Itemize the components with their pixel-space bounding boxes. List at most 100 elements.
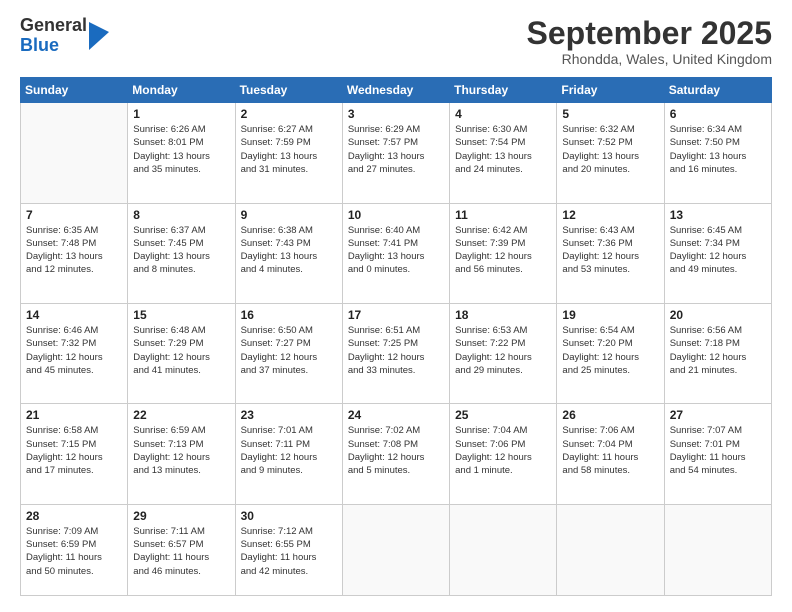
day-info: Sunrise: 6:26 AMSunset: 8:01 PMDaylight:… (133, 123, 229, 176)
table-row: 6 Sunrise: 6:34 AMSunset: 7:50 PMDaylight… (664, 103, 771, 203)
day-number: 7 (26, 208, 122, 222)
day-info: Sunrise: 7:01 AMSunset: 7:11 PMDaylight:… (241, 424, 337, 477)
logo: General Blue (20, 16, 109, 56)
header-monday: Monday (128, 78, 235, 103)
table-row: 15 Sunrise: 6:48 AMSunset: 7:29 PMDayligh… (128, 303, 235, 403)
table-row (557, 504, 664, 595)
table-row: 14Sunrise: 6:46 AMSunset: 7:32 PMDayligh… (21, 303, 128, 403)
day-number: 25 (455, 408, 551, 422)
day-info: Sunrise: 6:43 AMSunset: 7:36 PMDaylight:… (562, 224, 658, 277)
table-row: 24Sunrise: 7:02 AMSunset: 7:08 PMDayligh… (342, 404, 449, 504)
day-number: 2 (241, 107, 337, 121)
table-row: 22Sunrise: 6:59 AMSunset: 7:13 PMDayligh… (128, 404, 235, 504)
table-row: 23 Sunrise: 7:01 AMSunset: 7:11 PMDayligh… (235, 404, 342, 504)
table-row: 4 Sunrise: 6:30 AMSunset: 7:54 PMDaylight… (450, 103, 557, 203)
calendar-table: Sunday Monday Tuesday Wednesday Thursday… (20, 77, 772, 596)
day-info: Sunrise: 6:42 AMSunset: 7:39 PMDaylight:… (455, 224, 551, 277)
logo-general: General (20, 16, 87, 36)
day-info: Sunrise: 6:46 AMSunset: 7:32 PMDaylight:… (26, 324, 122, 377)
table-row: 10 Sunrise: 6:40 AMSunset: 7:41 PMDayligh… (342, 203, 449, 303)
day-number: 11 (455, 208, 551, 222)
day-info: Sunrise: 6:53 AMSunset: 7:22 PMDaylight:… (455, 324, 551, 377)
day-info: Sunrise: 6:58 AMSunset: 7:15 PMDaylight:… (26, 424, 122, 477)
day-info: Sunrise: 6:34 AMSunset: 7:50 PMDaylight:… (670, 123, 766, 176)
table-row: 5 Sunrise: 6:32 AMSunset: 7:52 PMDaylight… (557, 103, 664, 203)
day-number: 28 (26, 509, 122, 523)
logo-blue: Blue (20, 36, 87, 56)
header-sunday: Sunday (21, 78, 128, 103)
table-row (342, 504, 449, 595)
table-row: 28 Sunrise: 7:09 AMSunset: 6:59 PMDayligh… (21, 504, 128, 595)
day-number: 27 (670, 408, 766, 422)
day-info: Sunrise: 6:38 AMSunset: 7:43 PMDaylight:… (241, 224, 337, 277)
day-number: 1 (133, 107, 229, 121)
header: General Blue September 2025 Rhondda, Wal… (20, 16, 772, 67)
day-number: 5 (562, 107, 658, 121)
day-number: 23 (241, 408, 337, 422)
month-title: September 2025 (527, 16, 772, 51)
page: General Blue September 2025 Rhondda, Wal… (0, 0, 792, 612)
table-row: 17 Sunrise: 6:51 AMSunset: 7:25 PMDayligh… (342, 303, 449, 403)
day-info: Sunrise: 6:51 AMSunset: 7:25 PMDaylight:… (348, 324, 444, 377)
day-info: Sunrise: 6:30 AMSunset: 7:54 PMDaylight:… (455, 123, 551, 176)
table-row: 16 Sunrise: 6:50 AMSunset: 7:27 PMDayligh… (235, 303, 342, 403)
day-info: Sunrise: 6:29 AMSunset: 7:57 PMDaylight:… (348, 123, 444, 176)
day-info: Sunrise: 6:50 AMSunset: 7:27 PMDaylight:… (241, 324, 337, 377)
location: Rhondda, Wales, United Kingdom (527, 51, 772, 67)
table-row: 9 Sunrise: 6:38 AMSunset: 7:43 PMDaylight… (235, 203, 342, 303)
table-row: 11 Sunrise: 6:42 AMSunset: 7:39 PMDayligh… (450, 203, 557, 303)
table-row (21, 103, 128, 203)
table-row (664, 504, 771, 595)
day-number: 18 (455, 308, 551, 322)
day-number: 12 (562, 208, 658, 222)
day-info: Sunrise: 7:07 AMSunset: 7:01 PMDaylight:… (670, 424, 766, 477)
day-info: Sunrise: 6:54 AMSunset: 7:20 PMDaylight:… (562, 324, 658, 377)
day-info: Sunrise: 6:40 AMSunset: 7:41 PMDaylight:… (348, 224, 444, 277)
title-block: September 2025 Rhondda, Wales, United Ki… (527, 16, 772, 67)
day-info: Sunrise: 6:32 AMSunset: 7:52 PMDaylight:… (562, 123, 658, 176)
day-info: Sunrise: 7:06 AMSunset: 7:04 PMDaylight:… (562, 424, 658, 477)
day-number: 3 (348, 107, 444, 121)
day-number: 9 (241, 208, 337, 222)
header-thursday: Thursday (450, 78, 557, 103)
day-number: 22 (133, 408, 229, 422)
logo-text: General Blue (20, 16, 87, 56)
day-number: 19 (562, 308, 658, 322)
day-info: Sunrise: 6:35 AMSunset: 7:48 PMDaylight:… (26, 224, 122, 277)
table-row: 20Sunrise: 6:56 AMSunset: 7:18 PMDayligh… (664, 303, 771, 403)
day-number: 17 (348, 308, 444, 322)
day-number: 16 (241, 308, 337, 322)
day-info: Sunrise: 6:45 AMSunset: 7:34 PMDaylight:… (670, 224, 766, 277)
day-info: Sunrise: 7:12 AMSunset: 6:55 PMDaylight:… (241, 525, 337, 578)
day-number: 10 (348, 208, 444, 222)
table-row: 27 Sunrise: 7:07 AMSunset: 7:01 PMDayligh… (664, 404, 771, 504)
table-row: 29Sunrise: 7:11 AMSunset: 6:57 PMDayligh… (128, 504, 235, 595)
table-row: 13 Sunrise: 6:45 AMSunset: 7:34 PMDayligh… (664, 203, 771, 303)
table-row: 3 Sunrise: 6:29 AMSunset: 7:57 PMDaylight… (342, 103, 449, 203)
day-info: Sunrise: 6:48 AMSunset: 7:29 PMDaylight:… (133, 324, 229, 377)
day-number: 4 (455, 107, 551, 121)
day-info: Sunrise: 6:27 AMSunset: 7:59 PMDaylight:… (241, 123, 337, 176)
day-info: Sunrise: 6:56 AMSunset: 7:18 PMDaylight:… (670, 324, 766, 377)
table-row: 2 Sunrise: 6:27 AMSunset: 7:59 PMDaylight… (235, 103, 342, 203)
day-number: 6 (670, 107, 766, 121)
calendar-header-row: Sunday Monday Tuesday Wednesday Thursday… (21, 78, 772, 103)
day-info: Sunrise: 7:09 AMSunset: 6:59 PMDaylight:… (26, 525, 122, 578)
day-number: 24 (348, 408, 444, 422)
table-row: 19 Sunrise: 6:54 AMSunset: 7:20 PMDayligh… (557, 303, 664, 403)
table-row: 21 Sunrise: 6:58 AMSunset: 7:15 PMDayligh… (21, 404, 128, 504)
day-number: 21 (26, 408, 122, 422)
day-number: 13 (670, 208, 766, 222)
table-row: 1 Sunrise: 6:26 AMSunset: 8:01 PMDaylight… (128, 103, 235, 203)
day-number: 15 (133, 308, 229, 322)
day-number: 26 (562, 408, 658, 422)
table-row: 7 Sunrise: 6:35 AMSunset: 7:48 PMDaylight… (21, 203, 128, 303)
day-info: Sunrise: 7:04 AMSunset: 7:06 PMDaylight:… (455, 424, 551, 477)
day-info: Sunrise: 7:11 AMSunset: 6:57 PMDaylight:… (133, 525, 229, 578)
table-row: 18 Sunrise: 6:53 AMSunset: 7:22 PMDayligh… (450, 303, 557, 403)
header-saturday: Saturday (664, 78, 771, 103)
day-info: Sunrise: 6:37 AMSunset: 7:45 PMDaylight:… (133, 224, 229, 277)
day-number: 8 (133, 208, 229, 222)
table-row (450, 504, 557, 595)
table-row: 26 Sunrise: 7:06 AMSunset: 7:04 PMDayligh… (557, 404, 664, 504)
